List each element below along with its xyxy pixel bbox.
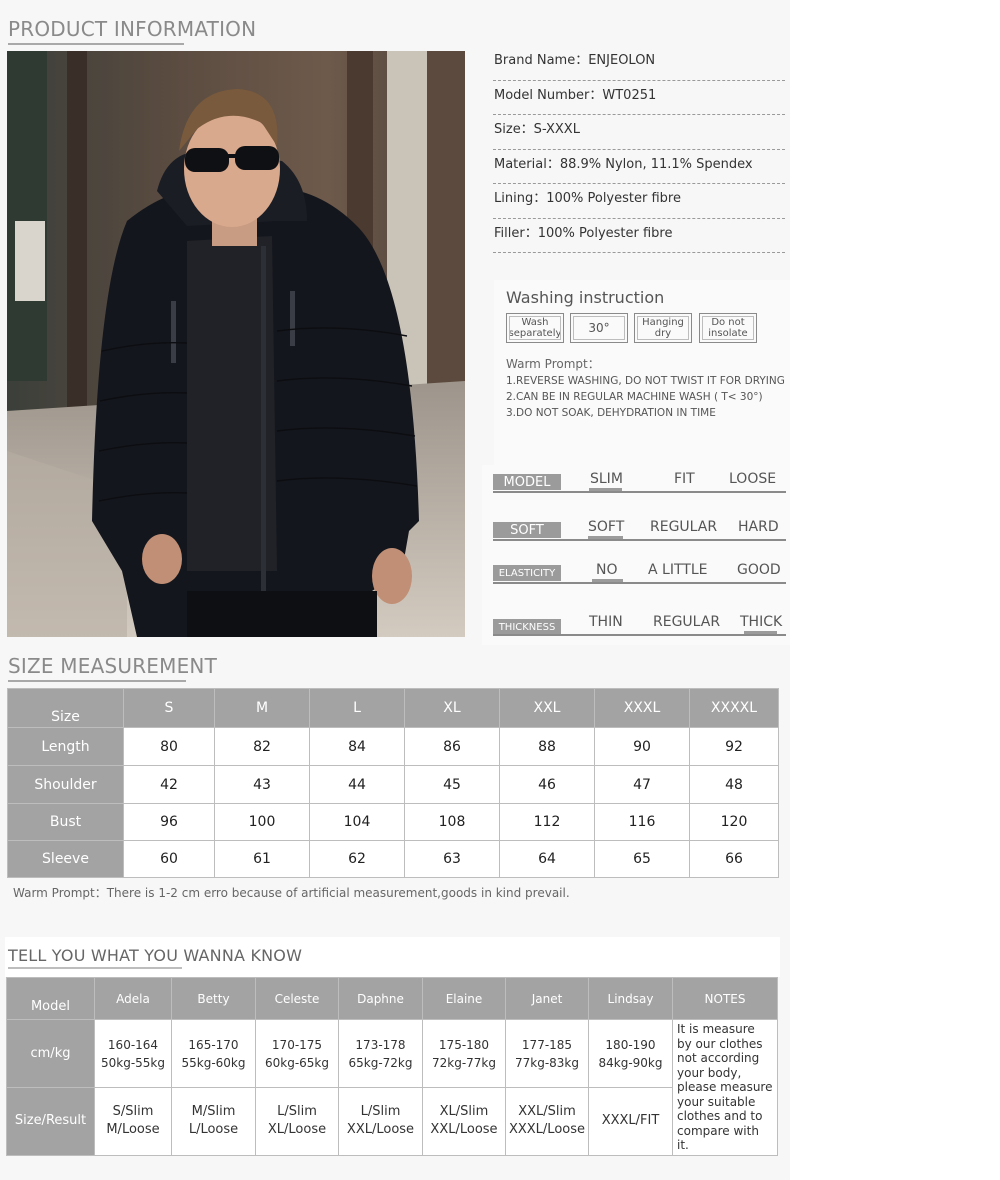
attr-label-elasticity: ELASTICITY xyxy=(493,565,561,581)
attr-scale-line xyxy=(493,582,786,584)
info-model-number: Model Number：WT0251 xyxy=(493,81,785,115)
table-row: Shoulder 42 43 44 45 46 47 48 xyxy=(7,765,779,804)
model-cell: L/Slim XXL/Loose xyxy=(338,1087,423,1156)
attr-option-a-little: A LITTLE xyxy=(648,562,708,578)
attr-option-slim: SLIM xyxy=(590,471,623,487)
fabric-attributes-panel: MODEL SLIM FIT LOOSE SOFT SOFT REGULAR H… xyxy=(482,465,790,645)
size-measurement-table: Size S M L XL XXL XXXL XXXXL Length 80 8… xyxy=(7,688,779,878)
product-page: PRODUCT INFORMATION Brand Name：ENJEOLON … xyxy=(0,0,790,1180)
model-cell: L/Slim XL/Loose xyxy=(255,1087,339,1156)
model-cell: S/Slim M/Loose xyxy=(94,1087,172,1156)
attr-option-thick: THICK xyxy=(740,614,783,630)
model-cell: 177-185 77kg-83kg xyxy=(505,1018,589,1089)
washing-line-3: 3.DO NOT SOAK, DEHYDRATION IN TIME xyxy=(506,407,716,419)
hanging-dry-icon: Hanging dry xyxy=(634,313,692,343)
notes-cell: It is measure by our clothes not accordi… xyxy=(672,1019,778,1156)
section-title-know: TELL YOU WHAT YOU WANNA KNOW xyxy=(8,946,302,969)
model-cell: XL/Slim XXL/Loose xyxy=(422,1087,506,1156)
washing-line-2: 2.CAN BE IN REGULAR MACHINE WASH ( T< 30… xyxy=(506,391,763,403)
washing-line-1: 1.REVERSE WASHING, DO NOT TWIST IT FOR D… xyxy=(506,375,785,387)
model-cell: M/Slim L/Loose xyxy=(171,1087,256,1156)
wash-temperature-icon: 30° xyxy=(570,313,628,343)
attr-option-thin: THIN xyxy=(589,614,623,630)
info-material: Material：88.9% Nylon, 11.1% Spendex xyxy=(493,150,785,184)
product-info-list: Brand Name：ENJEOLON Model Number：WT0251 … xyxy=(493,46,785,253)
attr-label-thickness: THICKNESS xyxy=(493,619,561,635)
model-table-header: Model Adela Betty Celeste Daphne Elaine … xyxy=(6,977,778,1020)
model-size-table: Model Adela Betty Celeste Daphne Elaine … xyxy=(6,977,778,1156)
attr-option-regular: REGULAR xyxy=(650,519,718,535)
attr-option-no: NO xyxy=(596,562,618,578)
attr-option-hard: HARD xyxy=(738,519,779,535)
info-filler: Filler：100% Polyester fibre xyxy=(493,219,785,253)
washing-title: Washing instruction xyxy=(506,288,665,307)
attr-option-loose: LOOSE xyxy=(729,471,777,487)
table-row: Length 80 82 84 86 88 90 92 xyxy=(7,727,779,766)
attr-option-good: GOOD xyxy=(737,562,781,578)
size-warm-prompt: Warm Prompt：There is 1-2 cm erro because… xyxy=(13,886,570,900)
model-cell: 173-178 65kg-72kg xyxy=(338,1018,423,1089)
table-row: Size/Result S/Slim M/Loose M/Slim L/Loose … xyxy=(6,1087,778,1156)
model-cell: 180-190 84kg-90kg xyxy=(588,1018,673,1089)
info-size: Size：S-XXXL xyxy=(493,115,785,150)
section-title-size: SIZE MEASUREMENT xyxy=(8,654,217,682)
attr-option-soft: SOFT xyxy=(588,519,625,535)
attr-label-soft: SOFT xyxy=(493,522,561,538)
table-row: Sleeve 60 61 62 63 64 65 66 xyxy=(7,840,779,878)
do-not-insolate-icon: Do not insolate xyxy=(699,313,757,343)
wash-separately-icon: Wash separately xyxy=(506,313,564,343)
attr-scale-line xyxy=(493,539,786,541)
attr-option-regular: REGULAR xyxy=(653,614,721,630)
info-brand: Brand Name：ENJEOLON xyxy=(493,46,785,81)
table-row: cm/kg 160-164 50kg-55kg 165-170 55kg-60kg … xyxy=(6,1018,778,1156)
model-cell: XXXL/FIT xyxy=(588,1087,673,1156)
model-cell: 175-180 72kg-77kg xyxy=(422,1018,506,1089)
product-photo xyxy=(7,51,465,637)
attr-scale-line xyxy=(493,634,786,636)
section-title-product: PRODUCT INFORMATION xyxy=(8,17,256,45)
model-cell: 160-164 50kg-55kg xyxy=(94,1018,172,1089)
model-cell: 165-170 55kg-60kg xyxy=(171,1018,256,1089)
model-cell: XXL/Slim XXXL/Loose xyxy=(505,1087,589,1156)
model-cell: 170-175 60kg-65kg xyxy=(255,1018,339,1089)
attr-option-fit: FIT xyxy=(674,471,695,487)
attr-scale-line xyxy=(493,491,786,493)
table-row: Bust 96 100 104 108 112 116 120 xyxy=(7,803,779,841)
washing-prompt: Warm Prompt： xyxy=(506,357,600,371)
info-lining: Lining：100% Polyester fibre xyxy=(493,184,785,219)
attr-label-model: MODEL xyxy=(493,474,561,490)
washing-instruction-panel: Washing instruction Wash separately 30° H… xyxy=(494,280,790,465)
size-table-header: Size S M L XL XXL XXXL XXXXL xyxy=(7,688,779,728)
